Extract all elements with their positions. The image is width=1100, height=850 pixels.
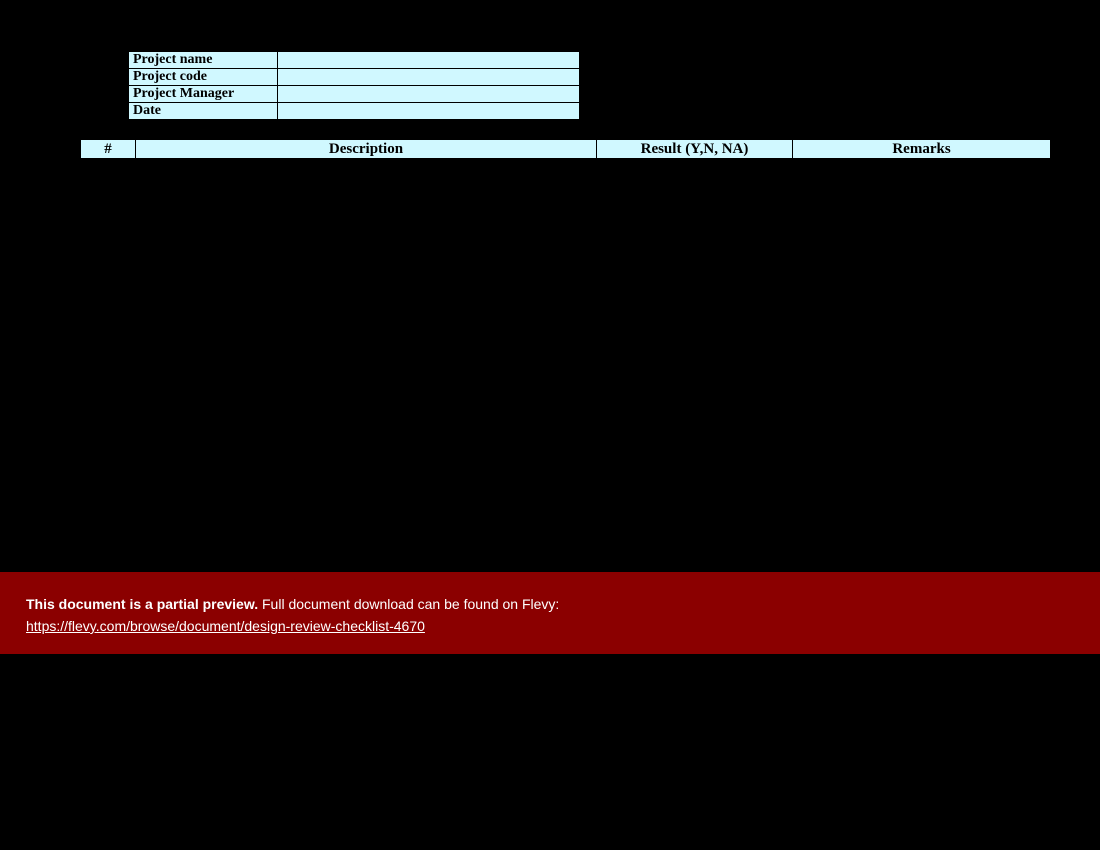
col-header-result: Result (Y,N, NA) [597,140,793,159]
value-project-code [278,69,580,86]
label-project-code: Project code [129,69,278,86]
checklist-header-row: # Description Result (Y,N, NA) Remarks [80,139,1051,159]
banner-bold-text: This document is a partial preview. [26,596,258,612]
info-row-date: Date [129,103,580,120]
value-date [278,103,580,120]
label-date: Date [129,103,278,120]
info-row-project-manager: Project Manager [129,86,580,103]
info-row-project-name: Project name [129,52,580,69]
document-page: Project name Project code Project Manage… [0,0,1100,850]
col-header-number: # [81,140,136,159]
value-project-name [278,52,580,69]
label-project-manager: Project Manager [129,86,278,103]
banner-link[interactable]: https://flevy.com/browse/document/design… [26,618,425,634]
banner-rest-text: Full document download can be found on F… [258,596,559,612]
col-header-description: Description [136,140,597,159]
project-info-table: Project name Project code Project Manage… [128,51,580,120]
preview-banner: This document is a partial preview. Full… [0,572,1100,654]
label-project-name: Project name [129,52,278,69]
banner-line-2: https://flevy.com/browse/document/design… [26,618,1074,634]
info-row-project-code: Project code [129,69,580,86]
col-header-remarks: Remarks [793,140,1051,159]
banner-line-1: This document is a partial preview. Full… [26,596,1074,612]
value-project-manager [278,86,580,103]
